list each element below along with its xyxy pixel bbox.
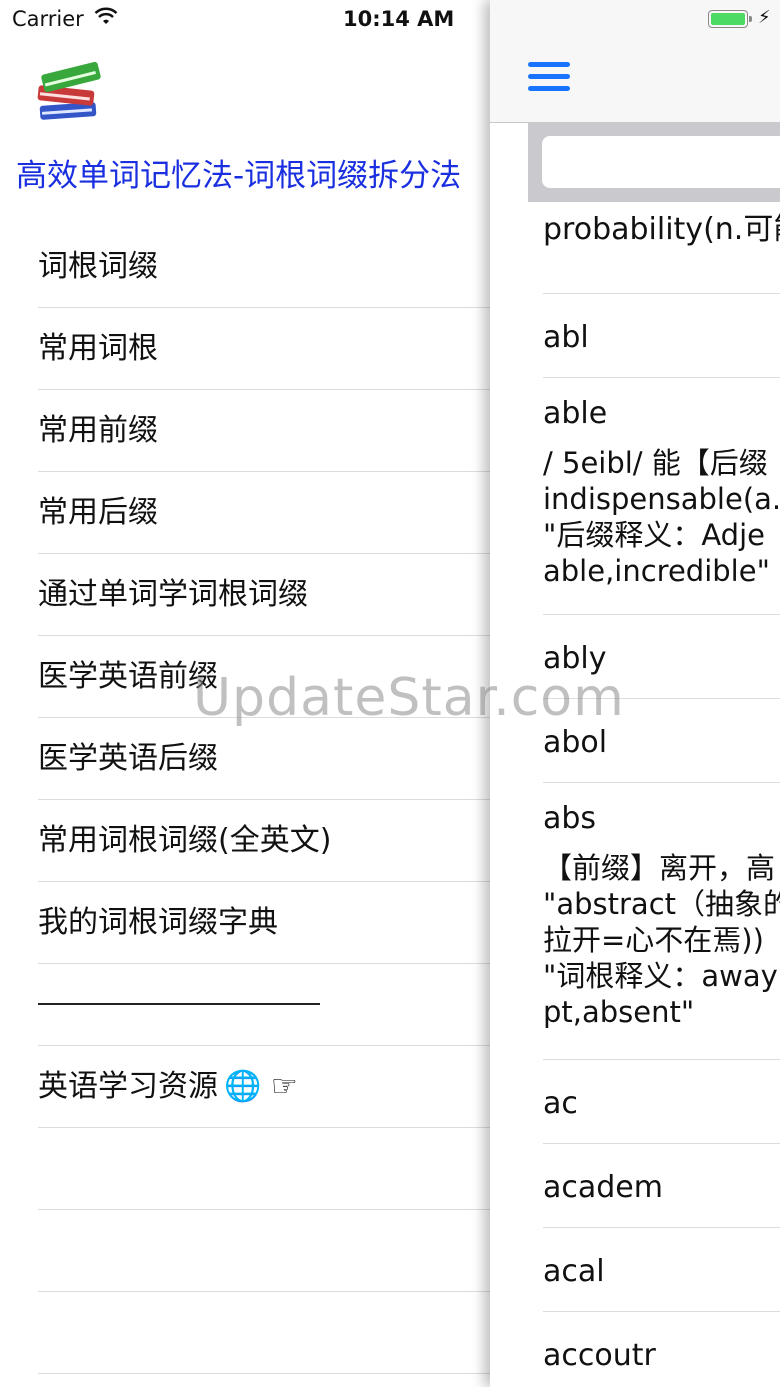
- word-row[interactable]: acal: [543, 1228, 780, 1312]
- word-row[interactable]: academ: [543, 1144, 780, 1228]
- divider: [38, 1002, 320, 1005]
- word-description-line: able,incredible": [543, 554, 770, 588]
- battery-icon: [708, 10, 752, 28]
- menu-item-common-suffixes[interactable]: 常用后缀: [38, 472, 490, 554]
- word-row[interactable]: abs 【前缀】离开，高 "abstract（抽象的 拉开=心不在焉)) "词根释义：a…: [543, 783, 780, 1060]
- menu-list: 词根词缀 常用词根 常用前缀 常用后缀 通过单词学词根词缀 医学英语前缀 医学英…: [38, 226, 490, 1374]
- menu-item-label: 常用词根词缀(全英文): [38, 823, 332, 858]
- word-description-line: "abstract（抽象的: [543, 887, 780, 921]
- search-bar: [528, 122, 780, 202]
- word-row[interactable]: able / 5eibl/ 能【后缀 indispensable(a.4 "后缀释义：…: [543, 378, 780, 615]
- charging-icon: ⚡: [758, 7, 771, 28]
- word-row[interactable]: probability(n.可能: [543, 200, 780, 294]
- menu-item-common-roots[interactable]: 常用词根: [38, 308, 490, 390]
- status-bar: Carrier 10:14 AM ⚡: [0, 0, 780, 40]
- word-description-line: indispensable(a.4: [543, 482, 780, 516]
- menu-item-resources[interactable]: 英语学习资源 🌐 ☞: [38, 1046, 490, 1128]
- menu-item-empty: [38, 1128, 490, 1210]
- books-logo-icon: [37, 61, 101, 120]
- word-description-line: 拉开=心不在焉)): [543, 923, 764, 957]
- menu-item-label: 英语学习资源: [38, 1069, 218, 1104]
- menu-item-label: 常用词根: [38, 331, 158, 366]
- word-title: abol: [543, 725, 608, 760]
- word-title: probability(n.可能: [543, 212, 780, 247]
- word-row[interactable]: ac: [543, 1060, 780, 1144]
- word-row[interactable]: abl: [543, 294, 780, 378]
- word-row[interactable]: ably: [543, 615, 780, 699]
- search-input[interactable]: [542, 136, 780, 188]
- word-title: ac: [543, 1086, 578, 1121]
- menu-separator-row: [38, 964, 490, 1046]
- menu-item-learn-via-words[interactable]: 通过单词学词根词缀: [38, 554, 490, 636]
- word-title: ably: [543, 641, 607, 676]
- word-description-line: "词根释义：away: [543, 959, 778, 993]
- word-title: accoutr: [543, 1338, 656, 1373]
- menu-item-roots-affixes[interactable]: 词根词缀: [38, 226, 490, 308]
- menu-item-label: 常用后缀: [38, 495, 158, 530]
- word-title: abs: [543, 801, 597, 836]
- app-title: 高效单词记忆法-词根词缀拆分法: [16, 158, 462, 194]
- menu-item-medical-suffixes[interactable]: 医学英语后缀: [38, 718, 490, 800]
- word-title: abl: [543, 320, 589, 355]
- word-description-line: / 5eibl/ 能【后缀: [543, 446, 768, 480]
- menu-item-label: 常用前缀: [38, 413, 158, 448]
- side-menu: 高效单词记忆法-词根词缀拆分法 词根词缀 常用词根 常用前缀 常用后缀 通过单词…: [0, 0, 490, 1387]
- clock: 10:14 AM: [343, 7, 455, 31]
- word-title: acal: [543, 1254, 605, 1289]
- word-list: probability(n.可能 abl able / 5eibl/ 能【后缀 indi…: [543, 200, 780, 1387]
- globe-pointing-hand-icon: 🌐 ☞: [224, 1069, 298, 1104]
- word-description-line: 【前缀】离开，高: [543, 851, 776, 885]
- word-row[interactable]: accoutr: [543, 1312, 780, 1387]
- word-description-line: pt,absent": [543, 995, 695, 1029]
- menu-item-empty: [38, 1292, 490, 1374]
- word-description-line: "后缀释义：Adje: [543, 518, 765, 552]
- menu-item-label: 医学英语前缀: [38, 659, 218, 694]
- word-row[interactable]: abol: [543, 699, 780, 783]
- menu-item-english-only[interactable]: 常用词根词缀(全英文): [38, 800, 490, 882]
- carrier-label: Carrier: [12, 7, 84, 31]
- menu-item-my-dictionary[interactable]: 我的词根词缀字典: [38, 882, 490, 964]
- wifi-icon: [94, 6, 118, 31]
- menu-item-label: 通过单词学词根词缀: [38, 577, 308, 612]
- menu-item-empty: [38, 1210, 490, 1292]
- hamburger-menu-icon[interactable]: [528, 62, 570, 92]
- menu-item-label: 我的词根词缀字典: [38, 905, 278, 940]
- word-title: academ: [543, 1170, 663, 1205]
- menu-item-label: 医学英语后缀: [38, 741, 218, 776]
- word-title: able: [543, 396, 608, 431]
- menu-item-medical-prefixes[interactable]: 医学英语前缀: [38, 636, 490, 718]
- content-panel: probability(n.可能 abl able / 5eibl/ 能【后缀 indi…: [490, 0, 780, 1387]
- menu-item-label: 词根词缀: [38, 249, 158, 284]
- menu-item-common-prefixes[interactable]: 常用前缀: [38, 390, 490, 472]
